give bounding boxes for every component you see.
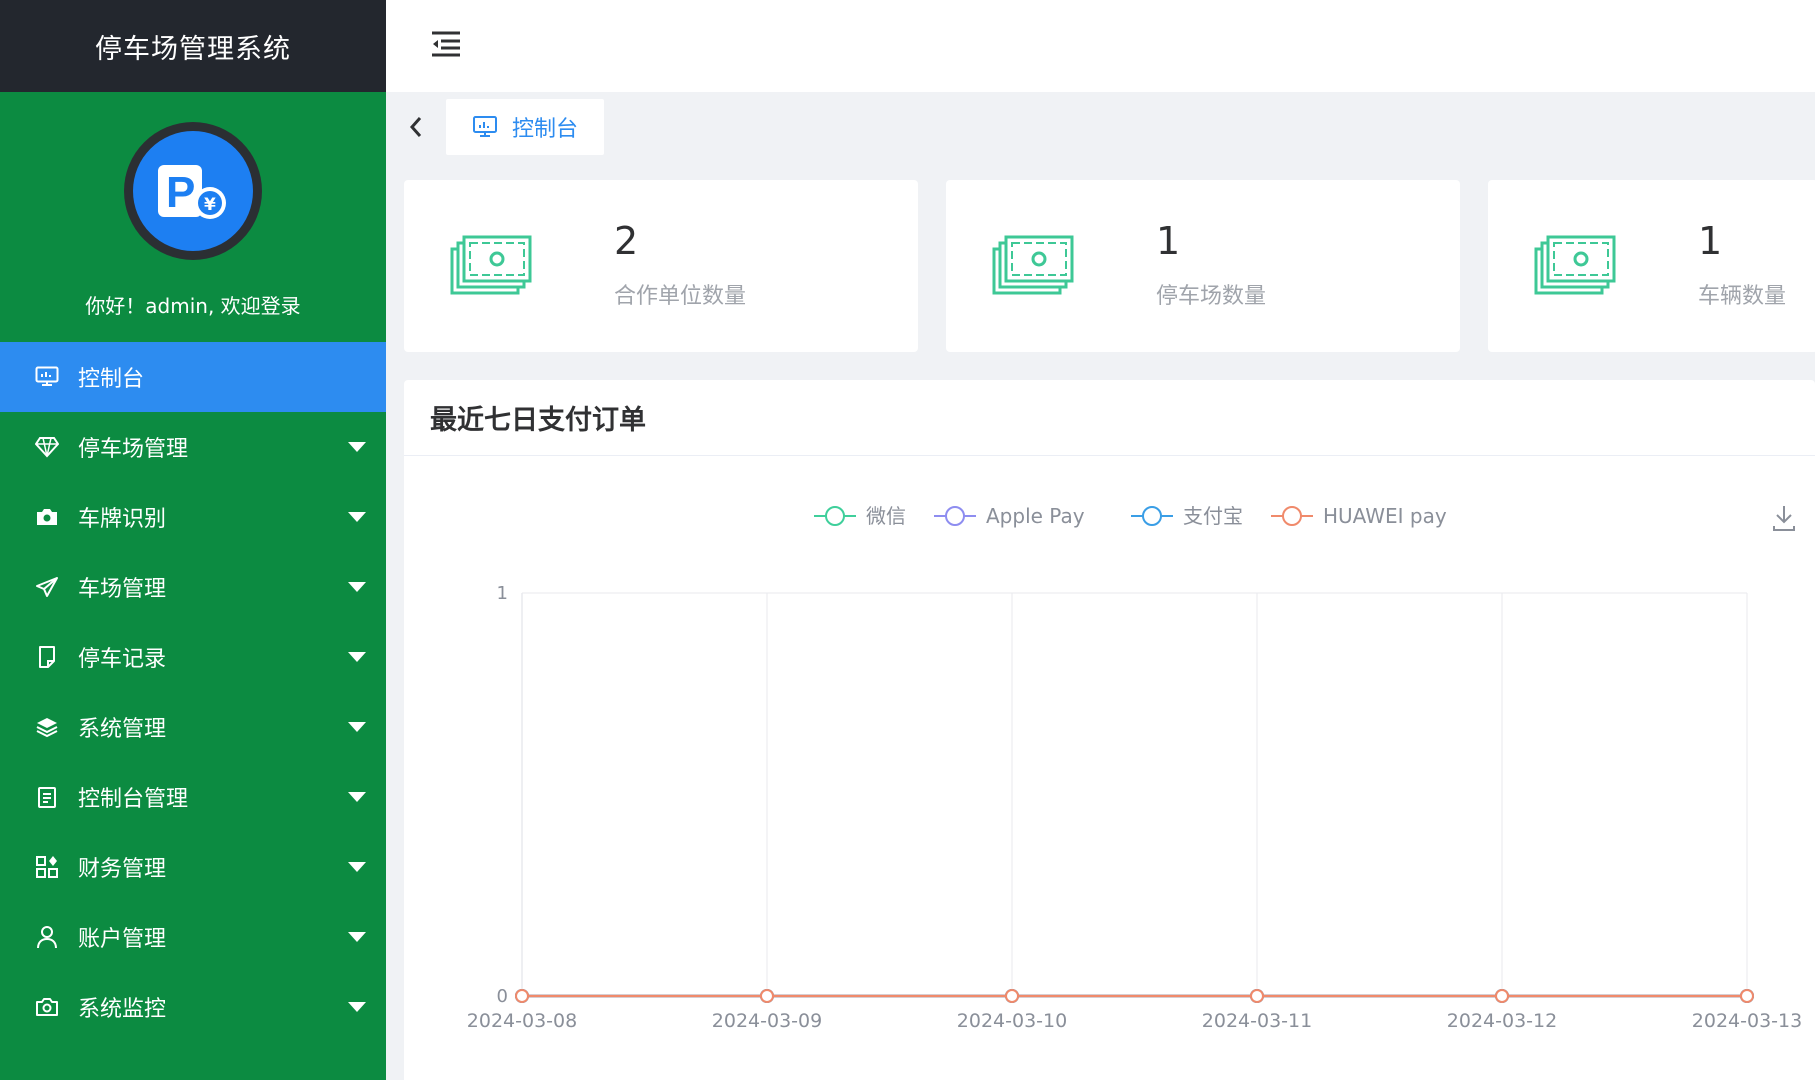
- app-title: 停车场管理系统: [0, 0, 386, 92]
- monitor-icon: [472, 115, 498, 139]
- stat-value: 1: [1156, 219, 1181, 263]
- sidebar-item-system-monitoring[interactable]: 系统监控: [0, 972, 386, 1042]
- sidebar-menu: 控制台 停车场管理 车牌识别 车场管理 停车记录 系统管理 控制台管理 财务管理…: [0, 342, 386, 1042]
- chart-title: 最近七日支付订单: [404, 380, 1815, 456]
- camera-icon: [34, 504, 60, 530]
- x-tick-label: 2024-03-08: [467, 1010, 577, 1032]
- layers-icon: [34, 714, 60, 740]
- stat-label: 停车场数量: [1156, 284, 1267, 309]
- data-point: [1005, 989, 1019, 1003]
- download-icon: [1773, 506, 1795, 531]
- sidebar-item-label: 停车记录: [78, 647, 167, 672]
- camera-outline-icon: [34, 994, 60, 1020]
- tab-bar: 控制台: [386, 92, 1815, 162]
- stat-card-partners: 2 合作单位数量: [404, 180, 918, 352]
- x-tick-label: 2024-03-12: [1447, 1010, 1557, 1032]
- sidebar-item-finance-management[interactable]: 财务管理: [0, 832, 386, 902]
- sidebar-item-label: 车场管理: [78, 577, 167, 602]
- line-chart: 微信 Apple Pay 支付宝 HUAWEI pay 0 1 2024-03-08 2024…: [467, 504, 1802, 1032]
- caret-down-icon: [348, 862, 366, 872]
- stat-card-vehicles: 1 车辆数量: [1488, 180, 1815, 352]
- x-tick-label: 2024-03-10: [957, 1010, 1067, 1032]
- sidebar-item-dashboard-management[interactable]: 控制台管理: [0, 762, 386, 832]
- tab-label: 控制台: [512, 117, 579, 142]
- sidebar-item-system-management[interactable]: 系统管理: [0, 692, 386, 762]
- caret-down-icon: [348, 792, 366, 802]
- svg-text:P: P: [166, 168, 195, 217]
- chevron-left-icon: [409, 117, 422, 137]
- menu-fold-icon[interactable]: [430, 30, 462, 62]
- data-point: [760, 989, 774, 1003]
- y-tick-label: 1: [497, 583, 508, 604]
- money-icon: [992, 235, 1074, 295]
- stat-label: 车辆数量: [1698, 284, 1787, 309]
- data-point: [1495, 989, 1509, 1003]
- sidebar-item-label: 控制台管理: [78, 787, 189, 812]
- caret-down-icon: [348, 582, 366, 592]
- data-point: [1740, 989, 1754, 1003]
- main-content: 2 合作单位数量 1 停车场数量 1 车辆数量 最近七日支付订单 微信 Appl…: [386, 162, 1815, 1080]
- sidebar-item-parking-management[interactable]: 停车场管理: [0, 412, 386, 482]
- legend-marker: [825, 506, 845, 526]
- sidebar-item-lot-management[interactable]: 车场管理: [0, 552, 386, 622]
- data-point: [1250, 989, 1264, 1003]
- welcome-text: 你好！admin, 欢迎登录: [85, 294, 301, 318]
- legend-marker: [1142, 506, 1162, 526]
- y-tick-label: 0: [497, 986, 508, 1007]
- legend-marker: [1282, 506, 1302, 526]
- sidebar-item-label: 账户管理: [78, 927, 167, 952]
- legend-label: HUAWEI pay: [1323, 504, 1447, 528]
- stat-value: 1: [1698, 219, 1723, 263]
- stat-card-parking-lots: 1 停车场数量: [946, 180, 1460, 352]
- sidebar-item-label: 车牌识别: [78, 507, 167, 532]
- sidebar-item-parking-records[interactable]: 停车记录: [0, 622, 386, 692]
- sidebar-item-label: 系统监控: [78, 997, 167, 1022]
- money-icon: [450, 235, 532, 295]
- caret-down-icon: [348, 1002, 366, 1012]
- x-tick-label: 2024-03-13: [1692, 1010, 1802, 1032]
- sidebar-item-plate-recognition[interactable]: 车牌识别: [0, 482, 386, 552]
- sidebar-item-account-management[interactable]: 账户管理: [0, 902, 386, 972]
- caret-down-icon: [348, 652, 366, 662]
- legend-marker: [945, 506, 965, 526]
- sidebar-item-label: 控制台: [78, 367, 145, 392]
- send-icon: [34, 574, 60, 600]
- avatar[interactable]: P ¥: [124, 122, 262, 260]
- legend-label: 微信: [866, 504, 906, 528]
- sidebar-item-label: 系统管理: [78, 717, 167, 742]
- caret-down-icon: [348, 442, 366, 452]
- parking-logo-icon: P ¥: [133, 131, 253, 251]
- x-tick-label: 2024-03-09: [712, 1010, 822, 1032]
- clipboard-icon: [34, 784, 60, 810]
- sidebar: 停车场管理系统 P ¥ 你好！admin, 欢迎登录 控制台 停车场管理 车牌识…: [0, 0, 386, 1080]
- stats-row: 2 合作单位数量 1 停车场数量 1 车辆数量: [404, 180, 1815, 352]
- caret-down-icon: [348, 932, 366, 942]
- grid-icon: [34, 854, 60, 880]
- data-point: [515, 989, 529, 1003]
- sidebar-item-label: 停车场管理: [78, 437, 189, 462]
- legend-label: 支付宝: [1183, 504, 1243, 528]
- top-header: [386, 0, 1815, 92]
- caret-down-icon: [348, 722, 366, 732]
- tab-scroll-left-button[interactable]: [386, 92, 446, 162]
- payment-chart-card: 最近七日支付订单 微信 Apple Pay 支付宝 HUAWEI pay 0 1 2024-…: [404, 380, 1815, 1080]
- svg-text:¥: ¥: [204, 195, 216, 215]
- caret-down-icon: [348, 512, 366, 522]
- user-profile: P ¥ 你好！admin, 欢迎登录: [0, 92, 386, 342]
- diamond-icon: [34, 434, 60, 460]
- chart-area: 微信 Apple Pay 支付宝 HUAWEI pay 0 1 2024-03-08 2024…: [404, 456, 1815, 1080]
- stat-value: 2: [614, 219, 639, 263]
- sidebar-item-label: 财务管理: [78, 857, 167, 882]
- x-tick-label: 2024-03-11: [1202, 1010, 1312, 1032]
- monitor-icon: [34, 364, 60, 390]
- user-icon: [34, 924, 60, 950]
- tab-dashboard[interactable]: 控制台: [446, 99, 605, 155]
- money-icon: [1534, 235, 1616, 295]
- legend-label: Apple Pay: [986, 504, 1085, 528]
- sidebar-item-dashboard[interactable]: 控制台: [0, 342, 386, 412]
- stat-label: 合作单位数量: [614, 284, 747, 309]
- document-icon: [34, 644, 60, 670]
